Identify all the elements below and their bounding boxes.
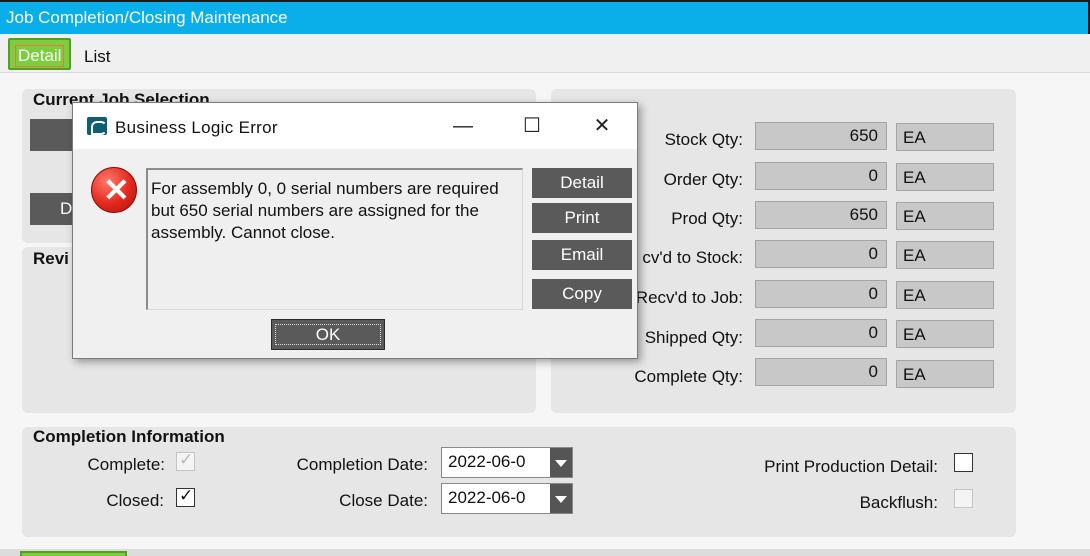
copy-button[interactable]: Copy xyxy=(532,279,632,309)
complete-label: Complete: xyxy=(87,455,165,474)
dialog-title: Business Logic Error xyxy=(115,118,278,137)
tab-detail[interactable]: Detail xyxy=(8,38,71,70)
complete-checkbox[interactable]: ✓ xyxy=(176,450,195,471)
order-qty-uom: EA xyxy=(896,163,994,191)
bottom-tab-strip xyxy=(0,549,1090,556)
close-button[interactable]: ✕ xyxy=(582,111,622,141)
completion-date-label: Completion Date: xyxy=(296,455,428,474)
ok-button[interactable]: OK xyxy=(271,319,385,350)
recvd-job-uom: EA xyxy=(896,281,994,309)
recvd-job-value: 0 xyxy=(755,280,887,308)
revision-title: Revi xyxy=(33,249,69,268)
complete-qty-value: 0 xyxy=(755,358,887,386)
email-button[interactable]: Email xyxy=(532,240,632,270)
completion-date-field[interactable]: 2022-06-0 xyxy=(441,447,573,478)
message-box: For assembly 0, 0 serial numbers are req… xyxy=(146,168,523,310)
tab-bar: Detail List xyxy=(0,34,1090,72)
checkmark-icon: ✓ xyxy=(179,486,194,505)
dropdown-arrow-icon[interactable] xyxy=(550,484,572,513)
shipped-qty-uom: EA xyxy=(896,320,994,348)
backflush-label: Backflush: xyxy=(859,493,938,512)
stock-qty-uom: EA xyxy=(896,123,994,151)
error-message: For assembly 0, 0 serial numbers are req… xyxy=(151,179,499,242)
recvd-stock-value: 0 xyxy=(755,240,887,268)
backflush-checkbox[interactable] xyxy=(954,489,973,508)
order-qty-value: 0 xyxy=(755,162,887,190)
minimize-button[interactable]: — xyxy=(443,111,483,141)
bottom-tab[interactable] xyxy=(20,551,127,556)
window-title-bar: Job Completion/Closing Maintenance xyxy=(0,0,1090,34)
checkmark-icon: ✓ xyxy=(179,450,194,469)
stock-qty-value: 650 xyxy=(755,122,887,150)
print-detail-label: Print Production Detail: xyxy=(764,457,938,476)
error-icon: ✕ xyxy=(91,167,137,213)
close-date-field[interactable]: 2022-06-0 xyxy=(441,483,573,514)
completion-date-value: 2022-06-0 xyxy=(448,452,526,471)
error-dialog: Business Logic Error — ☐ ✕ ✕ For assembl… xyxy=(72,102,638,359)
shipped-qty-value: 0 xyxy=(755,319,887,347)
dialog-title-bar: Business Logic Error — ☐ ✕ xyxy=(73,103,637,149)
complete-qty-label: Complete Qty: xyxy=(634,367,743,386)
close-date-value: 2022-06-0 xyxy=(448,488,526,507)
closed-label: Closed: xyxy=(106,491,164,510)
print-detail-checkbox[interactable] xyxy=(954,453,973,472)
app-logo-icon xyxy=(87,117,107,135)
prod-qty-value: 650 xyxy=(755,201,887,229)
print-button[interactable]: Print xyxy=(532,203,632,233)
detail-button[interactable]: Detail xyxy=(532,168,632,198)
window-title: Job Completion/Closing Maintenance xyxy=(6,8,288,27)
closed-checkbox[interactable]: ✓ xyxy=(176,486,195,507)
recvd-stock-uom: EA xyxy=(896,241,994,269)
prod-qty-uom: EA xyxy=(896,202,994,230)
tab-detail-label: Detail xyxy=(15,45,65,67)
complete-qty-uom: EA xyxy=(896,360,994,388)
ok-button-label: OK xyxy=(274,324,382,345)
maximize-button[interactable]: ☐ xyxy=(512,111,552,141)
dropdown-arrow-icon[interactable] xyxy=(550,448,572,477)
completion-title: Completion Information xyxy=(33,427,225,446)
close-date-label: Close Date: xyxy=(339,491,428,510)
tab-list[interactable]: List xyxy=(84,47,110,67)
completion-panel: Completion Information xyxy=(22,427,1016,537)
